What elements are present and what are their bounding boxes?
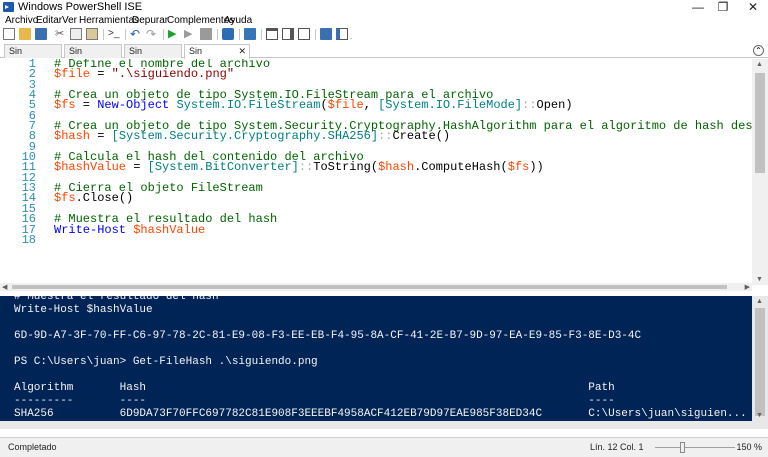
code-line[interactable]: 8 $hash = [System.Security.Cryptography.S… xyxy=(0,130,752,142)
close-tab-icon[interactable]: ✕ xyxy=(238,45,246,57)
menu-editar[interactable]: Editar xyxy=(36,14,62,27)
console-horizontal-scrollbar[interactable] xyxy=(0,421,752,429)
powershell-window-icon[interactable] xyxy=(244,28,256,40)
zoom-label: 150 % xyxy=(736,442,762,452)
scroll-up-icon[interactable]: ▲ xyxy=(756,298,763,305)
menu-ayuda[interactable]: Ayuda xyxy=(224,14,252,27)
console-pane[interactable]: # Muestra el resultado del hash Write-Hos… xyxy=(0,296,768,429)
run-icon[interactable]: ▶ xyxy=(168,28,180,40)
script-tabs: Sin título1.ps1* Sin título2.ps1* Sin tí… xyxy=(0,43,768,68)
console-line: Algorithm Hash Path xyxy=(14,382,615,394)
toolbar-separator xyxy=(163,29,164,40)
console-line: SHA256 6D9DA73F70FFC697782C81E908F3EEEBF… xyxy=(14,408,747,420)
window-title: Windows PowerShell ISE xyxy=(18,1,143,13)
console-line: # Muestra el resultado del hash xyxy=(14,296,219,303)
toolbar-separator xyxy=(125,29,126,40)
code-line[interactable]: 2 $file = ".\siguiendo.png" xyxy=(0,68,752,80)
copy-icon[interactable] xyxy=(70,28,82,40)
tab-sin-titulo2[interactable]: Sin título2.ps1* xyxy=(64,44,122,68)
menu-depurar[interactable]: Depurar xyxy=(132,14,168,27)
console-output[interactable]: # Muestra el resultado del hash Write-Hos… xyxy=(14,296,752,421)
scroll-up-icon[interactable]: ▲ xyxy=(756,61,763,68)
menu-herramientas[interactable]: Herramientas xyxy=(79,14,139,27)
code-text: Write-Host $hashValue xyxy=(54,224,205,236)
scroll-thumb[interactable] xyxy=(12,285,727,289)
close-button[interactable]: ✕ xyxy=(738,0,768,14)
code-text: $fs.Close() xyxy=(54,192,133,204)
zoom-slider-thumb[interactable] xyxy=(680,442,685,453)
console-line: PS C:\Users\juan> Get-FileHash .\siguien… xyxy=(14,356,318,368)
code-line[interactable]: 11 $hashValue = [System.BitConverter]::To… xyxy=(0,161,752,173)
pane-top-icon[interactable] xyxy=(266,28,278,40)
new-file-icon[interactable] xyxy=(3,28,15,40)
console-line: Write-Host $hashValue xyxy=(14,304,153,316)
code-line[interactable]: 17 Write-Host $hashValue xyxy=(0,223,752,236)
status-text: Completado xyxy=(8,442,57,452)
status-bar: Completado Lín. 12 Col. 1 150 % xyxy=(0,437,768,457)
restore-button[interactable]: ❐ xyxy=(708,0,738,14)
scroll-right-icon[interactable]: ▶ xyxy=(745,283,750,291)
scroll-left-icon[interactable]: ◀ xyxy=(2,283,7,291)
toolbar-separator xyxy=(315,29,316,40)
addon-pane-icon[interactable] xyxy=(336,28,348,40)
scroll-thumb[interactable] xyxy=(755,308,765,416)
zoom-slider[interactable] xyxy=(655,447,735,448)
toolbar-separator xyxy=(103,29,104,40)
code-text: $hash = [System.Security.Cryptography.SH… xyxy=(54,130,450,142)
paste-icon[interactable] xyxy=(86,28,98,40)
code-line[interactable]: 5 $fs = New-Object System.IO.FileStream($… xyxy=(0,99,752,111)
console-line: 6D-9D-A7-3F-70-FF-C6-97-78-2C-81-E9-08-F… xyxy=(14,330,642,342)
code-line[interactable]: 14 $fs.Close() xyxy=(0,192,752,204)
toolbar-separator xyxy=(261,29,262,40)
title-bar: Windows PowerShell ISE — ❐ ✕ xyxy=(0,0,768,14)
tab-sin-titulo4[interactable]: Sin título4.ps1*✕ xyxy=(184,44,250,68)
save-icon[interactable] xyxy=(35,28,47,40)
code-text: $file = ".\siguiendo.png" xyxy=(54,68,234,80)
menu-bar: Archivo Editar Ver Herramientas Depurar … xyxy=(0,14,768,27)
pane-right-icon[interactable] xyxy=(282,28,294,40)
toolbar-separator xyxy=(239,29,240,40)
scroll-down-icon[interactable]: ▼ xyxy=(756,412,763,419)
console-icon[interactable]: >_ xyxy=(108,28,120,40)
cursor-position: Lín. 12 Col. 1 xyxy=(590,442,644,452)
pane-max-icon[interactable] xyxy=(298,28,310,40)
powershell-icon xyxy=(3,2,14,12)
run-selection-icon[interactable]: ▶ xyxy=(184,28,196,40)
code-area[interactable]: 1 # Define el nombre del archivo 2 $file = … xyxy=(0,59,752,285)
scroll-down-icon[interactable]: ▼ xyxy=(756,276,763,283)
undo-icon[interactable]: ↶ xyxy=(130,28,142,40)
cut-icon[interactable]: ✂ xyxy=(55,28,67,40)
menu-archivo[interactable]: Archivo xyxy=(5,14,38,27)
collapse-icon[interactable]: ⌃ xyxy=(753,45,764,56)
menu-ver[interactable]: Ver xyxy=(62,14,77,27)
code-text: $fs = New-Object System.IO.FileStream($f… xyxy=(54,99,573,111)
code-text: $hashValue = [System.BitConverter]::ToSt… xyxy=(54,161,544,173)
remote-powershell-icon[interactable] xyxy=(222,28,234,40)
line-number: 18 xyxy=(21,232,36,247)
code-line[interactable]: 18 xyxy=(0,232,752,247)
scroll-thumb[interactable] xyxy=(755,73,765,173)
editor-vertical-scrollbar[interactable]: ▲ ▼ xyxy=(752,59,768,285)
tab-sin-titulo1[interactable]: Sin título1.ps1* xyxy=(4,44,62,68)
stop-icon[interactable] xyxy=(200,28,212,40)
script-editor[interactable]: 1 # Define el nombre del archivo 2 $file = … xyxy=(0,59,768,291)
toolbar-separator xyxy=(217,29,218,40)
open-folder-icon[interactable] xyxy=(19,28,31,40)
tab-sin-titulo3[interactable]: Sin título3.ps1* xyxy=(124,44,182,68)
console-line: --------- ---- ---- xyxy=(14,395,615,407)
redo-icon[interactable]: ↷ xyxy=(146,28,158,40)
command-pane-icon[interactable] xyxy=(320,28,332,40)
editor-horizontal-scrollbar[interactable]: ◀ ▶ xyxy=(0,283,752,291)
toolbar: ✂ >_ ↶ ↷ ▶ ▶ . xyxy=(0,27,768,42)
console-vertical-scrollbar[interactable]: ▲ ▼ xyxy=(752,296,768,429)
